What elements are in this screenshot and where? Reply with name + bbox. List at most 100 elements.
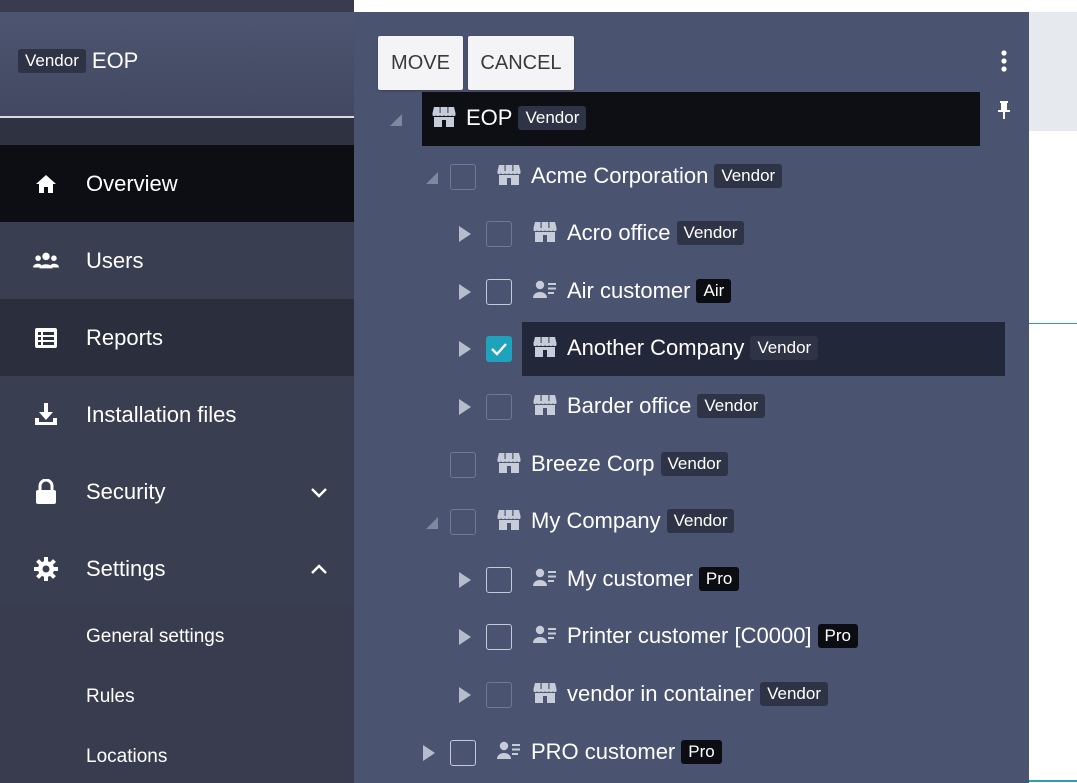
customer-icon [533,279,557,301]
gear-icon [33,556,59,582]
sidebar-subitem-rules[interactable]: Rules [0,667,354,727]
sidebar-item-settings[interactable]: Settings [0,530,354,607]
sidebar-item-label: Settings [86,555,166,581]
sidebar-item-reports[interactable]: Reports [0,299,354,376]
cancel-button[interactable]: CANCEL [468,36,574,90]
tree-row-checkbox[interactable] [486,221,512,247]
type-badge: Air [696,279,732,303]
tree-node-name: My customer [567,566,693,591]
tree-row[interactable]: vendor in container Vendor [354,668,1029,722]
tree-node-name: Acme Corporation [531,163,709,188]
sidebar-item-overview[interactable]: Overview [0,145,354,222]
tree-node-label[interactable]: My customer Pro [567,566,740,592]
tree-row[interactable]: PRO customer Pro [354,726,1029,780]
collapsed-arrow-icon[interactable] [457,570,477,590]
tree-row[interactable]: Barder office Vendor [354,380,1029,434]
store-icon [533,394,557,416]
tree-node-label[interactable]: Acme Corporation Vendor [531,163,783,189]
tree-row[interactable]: Acro office Vendor [354,207,1029,261]
tree-row[interactable]: Air customer Air [354,265,1029,319]
tree-row[interactable]: Breeze Corp Vendor [354,438,1029,492]
expanded-arrow-icon[interactable] [424,170,444,190]
tree-node-label[interactable]: My Company Vendor [531,508,735,534]
sidebar-item-users[interactable]: Users [0,222,354,299]
tree-node-label[interactable]: vendor in container Vendor [567,681,829,707]
tree-node-name: Barder office [567,393,692,418]
tree-node-name: EOP [466,105,513,130]
move-dialog: MOVE CANCEL EOP Vendor Acme Corporation Ven… [354,12,1029,783]
tree-row[interactable]: EOP Vendor [354,92,1029,146]
tree-row-checkbox[interactable] [486,336,512,362]
tree-row[interactable]: Acme Corporation Vendor [354,150,1029,204]
tree-row-checkbox[interactable] [450,452,476,478]
tree-node-label[interactable]: EOP Vendor [466,105,587,131]
collapsed-arrow-icon[interactable] [457,224,477,244]
sidebar-subitem-label: Rules [86,686,135,707]
tree-node-name: Another Company [567,335,745,360]
tree-node-name: Breeze Corp [531,451,655,476]
customer-icon [533,567,557,589]
store-icon [497,164,521,186]
tree-row-checkbox[interactable] [486,394,512,420]
sidebar-subitem-label: General settings [86,626,225,647]
collapsed-arrow-icon[interactable] [457,339,477,359]
type-badge: Vendor [760,682,829,706]
tree-row-checkbox[interactable] [486,279,512,305]
expanded-arrow-icon[interactable] [388,112,408,132]
sidebar-subitem-general-settings[interactable]: General settings [0,607,354,667]
collapsed-arrow-icon[interactable] [457,627,477,647]
tree-node-label[interactable]: Another Company Vendor [567,335,819,361]
collapsed-arrow-icon[interactable] [421,743,441,763]
type-badge: Pro [681,740,722,764]
tree-row-checkbox[interactable] [450,740,476,766]
collapsed-arrow-icon[interactable] [457,397,477,417]
sidebar-subitem-label: Locations [86,746,168,767]
store-icon [533,221,557,243]
type-badge: Vendor [676,221,745,245]
tree-row-checkbox[interactable] [486,624,512,650]
sidebar-header-gap [0,118,354,145]
type-badge: Vendor [750,336,819,360]
tree-node-label[interactable]: Breeze Corp Vendor [531,451,729,477]
type-badge: Pro [698,567,740,591]
collapsed-arrow-icon[interactable] [457,282,477,302]
sidebar-item-installation-files[interactable]: Installation files [0,376,354,453]
tree-row-checkbox[interactable] [450,164,476,190]
tree-row[interactable]: Another Company Vendor [354,322,1029,376]
sidebar-item-label: Overview [86,170,178,196]
sidebar-subitem-locations[interactable]: Locations [0,727,354,783]
collapsed-arrow-icon[interactable] [457,685,477,705]
tree-row-checkbox[interactable] [486,567,512,593]
store-icon [497,452,521,474]
download-icon [33,402,59,428]
tree-row[interactable]: My customer Pro [354,553,1029,607]
check-icon [491,343,507,356]
customer-icon [497,740,521,762]
more-options-icon[interactable] [994,48,1014,74]
tree-row[interactable]: Printer customer [C0000] Pro [354,610,1029,664]
sidebar-item-label: Reports [86,324,164,350]
tree-node-label[interactable]: PRO customer Pro [531,739,722,765]
type-badge: Pro [817,624,859,648]
tree-row-checkbox[interactable] [486,682,512,708]
brand-badge: Vendor [18,49,86,73]
expanded-arrow-icon[interactable] [424,515,444,535]
chevron-up-icon[interactable] [308,558,330,580]
tree-node-label[interactable]: Air customer Air [567,278,732,304]
sidebar-header: Vendor EOP [0,12,354,116]
tree-node-label[interactable]: Acro office Vendor [567,220,745,246]
tree-node-name: PRO customer [531,739,676,764]
chevron-down-icon[interactable] [308,481,330,503]
tree-row[interactable]: My Company Vendor [354,495,1029,549]
move-button[interactable]: MOVE [378,36,463,90]
sidebar-item-label: Security [86,478,166,504]
tree-node-label[interactable]: Barder office Vendor [567,393,766,419]
sidebar-item-security[interactable]: Security [0,453,354,530]
tree-node-label[interactable]: Printer customer [C0000] Pro [567,623,859,649]
tree-row-checkbox[interactable] [450,509,476,535]
store-icon [497,509,521,531]
brand-name: EOP [91,48,139,73]
type-badge: Vendor [666,509,735,533]
main-divider [1029,323,1077,324]
type-badge: Vendor [518,106,587,130]
